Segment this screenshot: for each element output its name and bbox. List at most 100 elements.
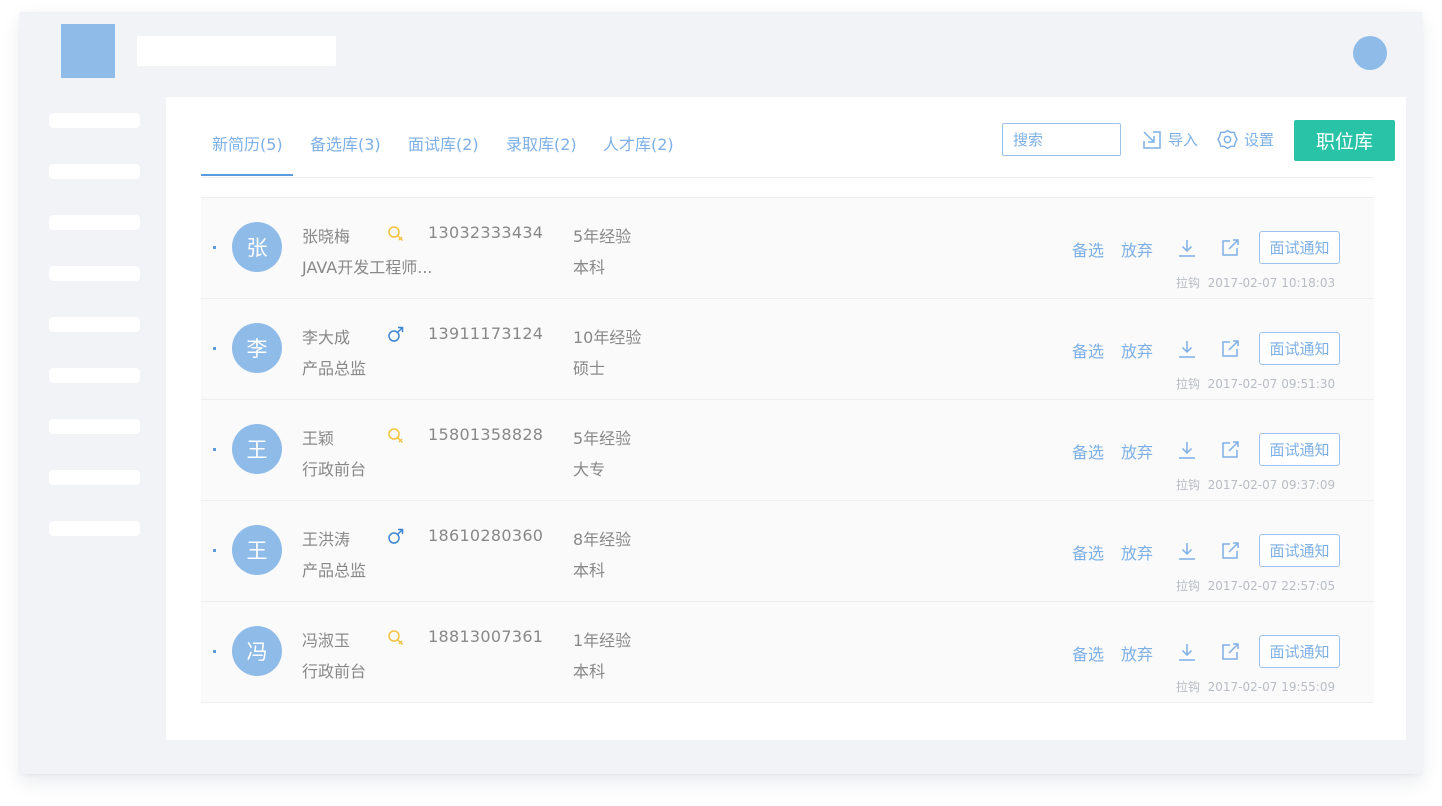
sidebar-item-9[interactable] <box>49 521 140 536</box>
shortlist-button[interactable]: 备选 <box>1072 540 1104 564</box>
shortlist-button[interactable]: 备选 <box>1072 338 1104 362</box>
candidate-name[interactable]: 李大成 <box>302 324 350 348</box>
main-panel: 新简历(5) 备选库(3) 面试库(2) 录取库(2) 人才库(2) 导入 <box>166 97 1406 740</box>
candidate-avatar: 王 <box>232 525 282 575</box>
active-tab-indicator <box>201 174 293 176</box>
discard-button[interactable]: 放弃 <box>1121 439 1153 463</box>
download-icon[interactable] <box>1177 339 1197 363</box>
candidate-timestamp: 2017-02-07 09:37:09 <box>1207 478 1336 492</box>
tab-interview[interactable]: 面试库(2) <box>408 131 479 155</box>
download-icon[interactable] <box>1177 440 1197 464</box>
interview-notify-button[interactable]: 面试通知 <box>1259 433 1340 466</box>
shortlist-button[interactable]: 备选 <box>1072 439 1104 463</box>
candidate-row[interactable]: 李 李大成 13911173124 10年经验 产品总监 硕士 备选 放弃 面试… <box>201 298 1374 399</box>
candidate-time: 拉钩 2017-02-07 22:57:05 <box>1176 577 1335 594</box>
import-label: 导入 <box>1168 131 1199 149</box>
discard-button[interactable]: 放弃 <box>1121 641 1153 665</box>
candidate-timestamp: 2017-02-07 19:55:09 <box>1207 680 1336 694</box>
import-button[interactable]: 导入 <box>1142 129 1198 150</box>
header-title-placeholder <box>137 36 336 66</box>
interview-notify-button[interactable]: 面试通知 <box>1259 231 1340 264</box>
candidate-name[interactable]: 冯淑玉 <box>302 627 350 651</box>
discard-button[interactable]: 放弃 <box>1121 540 1153 564</box>
interview-notify-button[interactable]: 面试通知 <box>1259 635 1340 668</box>
candidate-source: 拉钩 <box>1176 276 1201 290</box>
discard-button[interactable]: 放弃 <box>1121 338 1153 362</box>
candidate-position: 产品总监 <box>302 359 367 378</box>
row-bullet <box>213 448 216 451</box>
candidate-position: JAVA开发工程师... <box>302 258 433 277</box>
sidebar-item-1[interactable] <box>49 113 140 128</box>
search-input[interactable] <box>1002 123 1121 156</box>
share-icon[interactable] <box>1221 440 1240 463</box>
gear-icon <box>1217 129 1238 150</box>
candidate-row[interactable]: 冯 冯淑玉 18813007361 1年经验 行政前台 本科 备选 放弃 面试通… <box>201 601 1374 703</box>
candidate-timestamp: 2017-02-07 10:18:03 <box>1207 276 1336 290</box>
candidate-row[interactable]: 王 王颖 15801358828 5年经验 行政前台 大专 备选 放弃 面试通知… <box>201 399 1374 500</box>
sidebar-item-2[interactable] <box>49 164 140 179</box>
row-bullet <box>213 549 216 552</box>
discard-button[interactable]: 放弃 <box>1121 237 1153 261</box>
share-icon[interactable] <box>1221 339 1240 362</box>
candidate-timestamp: 2017-02-07 22:57:05 <box>1207 579 1336 593</box>
interview-notify-button[interactable]: 面试通知 <box>1259 332 1340 365</box>
candidate-row[interactable]: 张 张晓梅 13032333434 5年经验 JAVA开发工程师... 本科 备… <box>201 197 1374 298</box>
app-logo <box>61 24 115 78</box>
app-window: 新简历(5) 备选库(3) 面试库(2) 录取库(2) 人才库(2) 导入 <box>20 12 1422 774</box>
tab-shortlist[interactable]: 备选库(3) <box>310 131 381 155</box>
sidebar-item-5[interactable] <box>49 317 140 332</box>
candidate-experience: 10年经验 <box>573 328 642 347</box>
tab-talent-pool[interactable]: 人才库(2) <box>603 131 674 155</box>
candidate-education: 大专 <box>573 460 606 479</box>
candidate-experience: 1年经验 <box>573 631 632 650</box>
candidate-row[interactable]: 王 王洪涛 18610280360 8年经验 产品总监 本科 备选 放弃 面试通… <box>201 500 1374 601</box>
user-avatar[interactable] <box>1353 36 1387 70</box>
row-bullet <box>213 246 216 249</box>
sidebar-item-4[interactable] <box>49 266 140 281</box>
sidebar-item-3[interactable] <box>49 215 140 230</box>
share-icon[interactable] <box>1221 541 1240 564</box>
row-bullet <box>213 347 216 350</box>
candidate-name[interactable]: 张晓梅 <box>302 223 350 247</box>
candidate-experience: 5年经验 <box>573 429 632 448</box>
share-icon[interactable] <box>1221 642 1240 665</box>
share-icon[interactable] <box>1221 238 1240 261</box>
candidate-source: 拉钩 <box>1176 579 1201 593</box>
candidate-name[interactable]: 王洪涛 <box>302 526 350 550</box>
candidate-experience: 8年经验 <box>573 530 632 549</box>
candidate-time: 拉钩 2017-02-07 10:18:03 <box>1176 274 1335 291</box>
candidate-avatar: 李 <box>232 323 282 373</box>
candidate-source: 拉钩 <box>1176 478 1201 492</box>
download-icon[interactable] <box>1177 642 1197 666</box>
female-icon <box>387 427 404 448</box>
position-library-button[interactable]: 职位库 <box>1294 120 1395 161</box>
candidate-education: 硕士 <box>573 359 606 378</box>
candidate-avatar: 王 <box>232 424 282 474</box>
tab-hired[interactable]: 录取库(2) <box>506 131 577 155</box>
female-icon <box>387 225 404 246</box>
candidate-education: 本科 <box>573 662 606 681</box>
candidate-source: 拉钩 <box>1176 680 1201 694</box>
tab-bar: 新简历(5) 备选库(3) 面试库(2) 录取库(2) 人才库(2) 导入 <box>201 97 1395 178</box>
candidate-time: 拉钩 2017-02-07 09:37:09 <box>1176 476 1335 493</box>
interview-notify-button[interactable]: 面试通知 <box>1259 534 1340 567</box>
download-icon[interactable] <box>1177 238 1197 262</box>
shortlist-button[interactable]: 备选 <box>1072 641 1104 665</box>
import-icon <box>1143 130 1161 149</box>
sidebar-item-8[interactable] <box>49 470 140 485</box>
candidate-avatar: 张 <box>232 222 282 272</box>
candidate-phone: 18813007361 <box>428 627 544 646</box>
candidate-position: 行政前台 <box>302 460 367 479</box>
candidate-phone: 13032333434 <box>428 223 544 242</box>
tab-new-resumes[interactable]: 新简历(5) <box>212 131 283 155</box>
candidate-name[interactable]: 王颖 <box>302 425 334 449</box>
candidate-time: 拉钩 2017-02-07 09:51:30 <box>1176 375 1335 392</box>
sidebar-item-7[interactable] <box>49 419 140 434</box>
candidate-time: 拉钩 2017-02-07 19:55:09 <box>1176 678 1335 695</box>
sidebar-item-6[interactable] <box>49 368 140 383</box>
candidate-position: 产品总监 <box>302 561 367 580</box>
settings-button[interactable]: 设置 <box>1217 129 1274 150</box>
candidate-avatar: 冯 <box>232 626 282 676</box>
download-icon[interactable] <box>1177 541 1197 565</box>
shortlist-button[interactable]: 备选 <box>1072 237 1104 261</box>
